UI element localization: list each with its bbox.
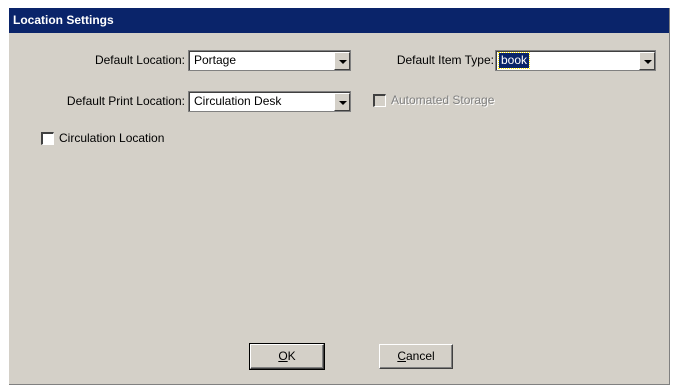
location-settings-dialog: Location Settings Default Location: Port… bbox=[9, 8, 670, 385]
chevron-down-icon[interactable] bbox=[334, 52, 350, 70]
dialog-title: Location Settings bbox=[9, 8, 669, 33]
default-location-value: Portage bbox=[194, 53, 237, 67]
default-item-type-label: Default Item Type: bbox=[396, 53, 494, 67]
automated-storage-label: Automated Storage bbox=[391, 93, 495, 107]
default-item-type-combobox[interactable]: book bbox=[495, 50, 656, 71]
ok-button-label: OK bbox=[278, 349, 296, 363]
circulation-location-checkbox[interactable] bbox=[41, 132, 54, 145]
chevron-down-icon[interactable] bbox=[639, 52, 655, 70]
default-item-type-value: book bbox=[497, 52, 531, 69]
default-print-location-label: Default Print Location: bbox=[66, 94, 185, 108]
circulation-location-label[interactable]: Circulation Location bbox=[59, 129, 164, 147]
ok-button[interactable]: OK bbox=[249, 343, 325, 370]
cancel-button-label: Cancel bbox=[397, 349, 435, 363]
default-location-label: Default Location: bbox=[94, 53, 185, 67]
default-print-location-value: Circulation Desk bbox=[194, 94, 282, 108]
automated-storage-checkbox bbox=[373, 94, 386, 107]
cancel-button[interactable]: Cancel bbox=[379, 344, 453, 369]
default-print-location-combobox[interactable]: Circulation Desk bbox=[188, 91, 351, 112]
chevron-down-icon[interactable] bbox=[334, 93, 350, 111]
default-location-combobox[interactable]: Portage bbox=[188, 50, 351, 71]
